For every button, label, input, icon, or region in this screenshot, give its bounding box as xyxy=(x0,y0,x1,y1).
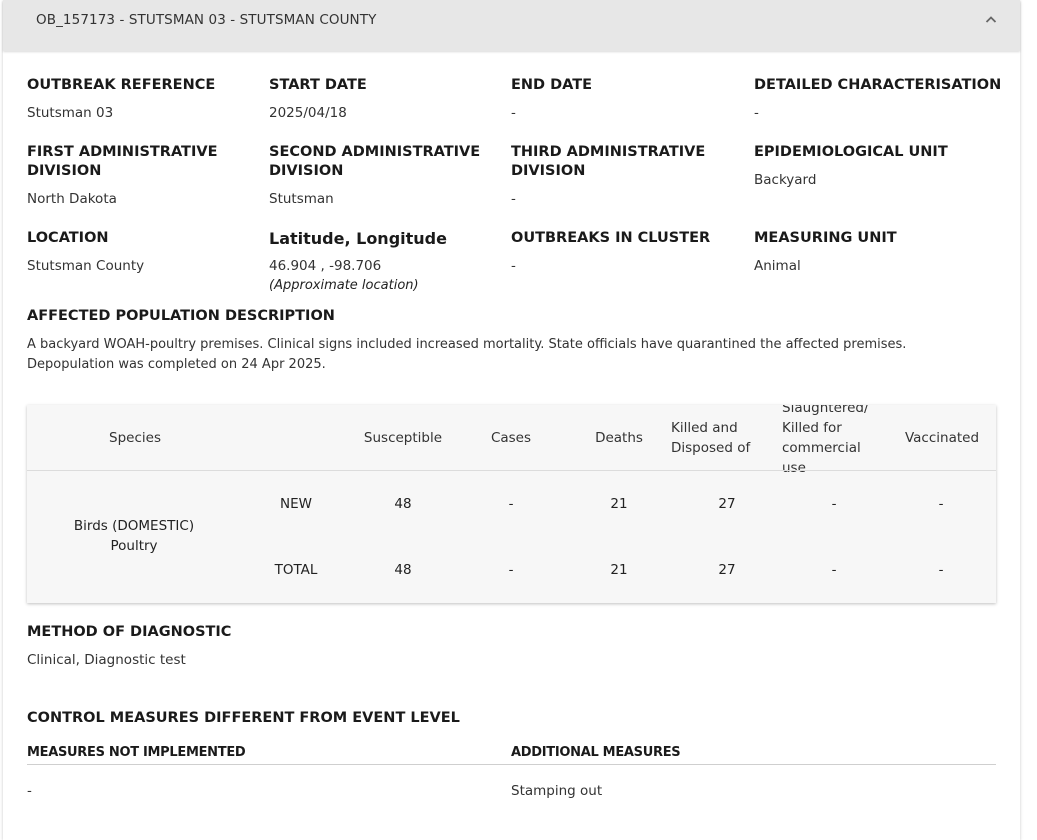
outbreaks-in-cluster-value: - xyxy=(511,258,516,274)
location-value: Stutsman County xyxy=(27,258,145,274)
detailed-characterisation-label: DETAILED CHARACTERISATION xyxy=(754,77,1002,93)
species-table: Species Susceptible Cases Deaths Killed … xyxy=(27,405,996,603)
location-label: LOCATION xyxy=(27,230,109,246)
new-killed: 27 xyxy=(718,496,736,512)
outbreaks-in-cluster-label: OUTBREAKS IN CLUSTER xyxy=(511,230,711,246)
total-killed: 27 xyxy=(718,562,736,578)
measures-not-implemented-label: MEASURES NOT IMPLEMENTED xyxy=(27,745,246,760)
method-of-diagnostic-label: METHOD OF DIAGNOSTIC xyxy=(27,624,232,640)
row-type-new: NEW xyxy=(280,496,312,512)
additional-measures-value: Stamping out xyxy=(511,783,603,799)
species-header: Species xyxy=(109,430,161,446)
new-slaughtered: - xyxy=(831,496,837,512)
epidemiological-unit-value: Backyard xyxy=(754,172,817,188)
slaughtered-header: Slaughtered/Killed for commercial use xyxy=(782,405,869,476)
chevron-up-icon[interactable] xyxy=(984,12,998,26)
vaccinated-header: Vaccinated xyxy=(904,430,980,446)
first-admin-value: North Dakota xyxy=(27,191,117,207)
total-cases: - xyxy=(508,562,514,578)
epidemiological-unit-label: EPIDEMIOLOGICAL UNIT xyxy=(754,144,948,160)
start-date-label: START DATE xyxy=(269,77,367,93)
additional-measures-label: ADDITIONAL MEASURES xyxy=(511,745,681,760)
new-deaths: 21 xyxy=(610,496,628,512)
susceptible-header: Susceptible xyxy=(363,430,443,446)
third-admin-value: - xyxy=(511,191,516,207)
approximate-location-note: (Approximate location) xyxy=(269,278,419,293)
detailed-characterisation-value: - xyxy=(754,105,759,121)
killed-disposed-header: Killed and Disposed of xyxy=(671,420,751,456)
end-date-label: END DATE xyxy=(511,77,593,93)
cases-header: Cases xyxy=(490,430,532,446)
control-measures-label: CONTROL MEASURES DIFFERENT FROM EVENT LE… xyxy=(27,710,460,726)
measuring-unit-label: MEASURING UNIT xyxy=(754,230,897,246)
lat-long-value: 46.904 , -98.706 xyxy=(269,258,382,274)
start-date-value: 2025/04/18 xyxy=(269,105,347,121)
row-type-total: TOTAL xyxy=(274,562,318,578)
species-cell: Birds (DOMESTIC) Poultry xyxy=(73,518,195,554)
measuring-unit-value: Animal xyxy=(754,258,801,274)
measures-not-implemented-value: - xyxy=(27,783,32,799)
outbreak-reference-value: Stutsman 03 xyxy=(27,105,114,121)
second-admin-value: Stutsman xyxy=(269,191,334,207)
table-header-divider xyxy=(27,470,996,471)
new-cases: - xyxy=(508,496,514,512)
deaths-header: Deaths xyxy=(595,430,643,446)
total-vaccinated: - xyxy=(938,562,944,578)
affected-population-description: A backyard WOAH-poultry premises. Clinic… xyxy=(27,337,907,372)
total-susceptible: 48 xyxy=(394,562,412,578)
second-admin-label: SECOND ADMINISTRATIVE DIVISION xyxy=(269,144,481,179)
outbreak-reference-label: OUTBREAK REFERENCE xyxy=(27,77,216,93)
end-date-value: - xyxy=(511,105,516,121)
outbreak-title: OB_157173 - STUTSMAN 03 - STUTSMAN COUNT… xyxy=(36,12,377,28)
new-vaccinated: - xyxy=(938,496,944,512)
new-susceptible: 48 xyxy=(394,496,412,512)
affected-population-label: AFFECTED POPULATION DESCRIPTION xyxy=(27,308,335,324)
third-admin-label: THIRD ADMINISTRATIVE DIVISION xyxy=(511,144,706,179)
total-slaughtered: - xyxy=(831,562,837,578)
method-of-diagnostic-value: Clinical, Diagnostic test xyxy=(27,652,186,668)
lat-long-label: Latitude, Longitude xyxy=(269,229,447,248)
measures-divider xyxy=(27,764,996,765)
first-admin-label: FIRST ADMINISTRATIVE DIVISION xyxy=(27,144,218,179)
total-deaths: 21 xyxy=(610,562,628,578)
outbreak-panel-header[interactable]: OB_157173 - STUTSMAN 03 - STUTSMAN COUNT… xyxy=(3,0,1020,51)
